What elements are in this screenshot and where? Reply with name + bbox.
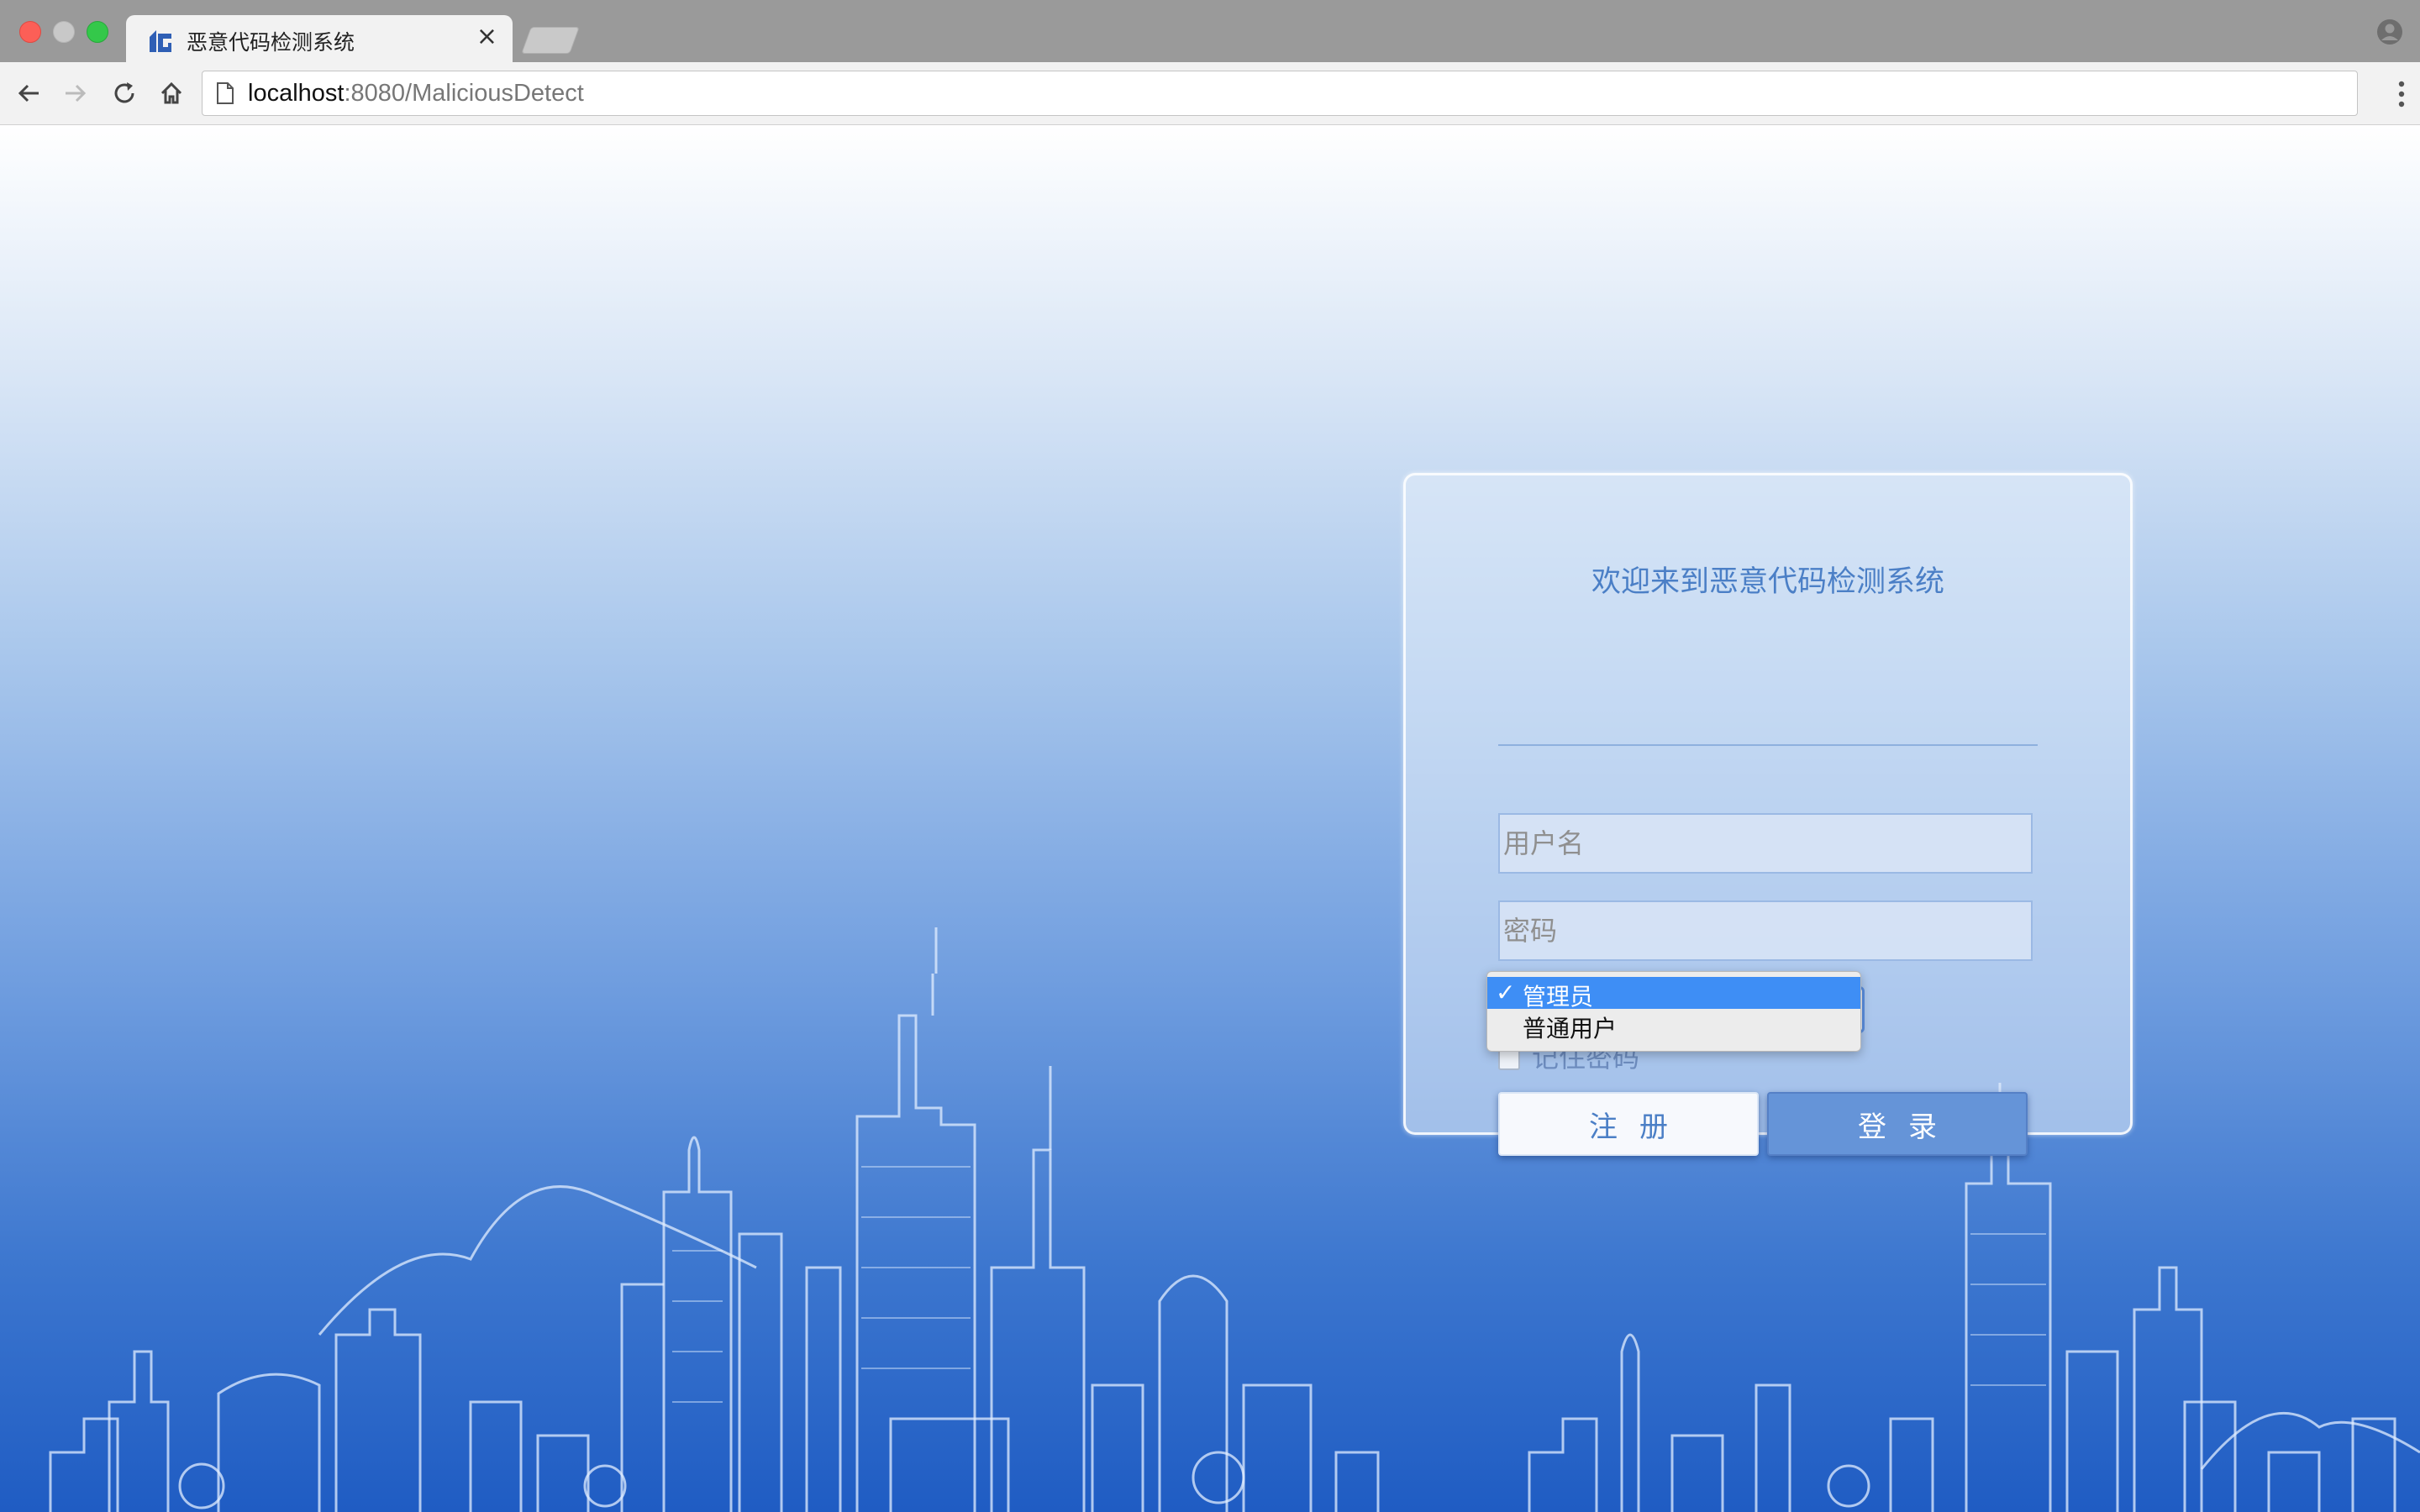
role-dropdown-menu: ✓ 管理员 普通用户: [1486, 971, 1861, 1052]
kebab-menu-icon[interactable]: [2396, 77, 2407, 111]
reload-button[interactable]: [108, 76, 141, 110]
home-button[interactable]: [155, 76, 188, 110]
password-field: [1498, 900, 2033, 961]
url-text: localhost:8080/MaliciousDetect: [248, 80, 584, 108]
browser-tab[interactable]: 恶意代码检测系统 ×: [126, 15, 513, 63]
minimize-window-button[interactable]: [53, 21, 75, 43]
reload-icon: [114, 82, 134, 103]
page-icon: [217, 82, 234, 104]
arrow-left-icon: [18, 84, 39, 102]
browser-tab-bar: 恶意代码检测系统 ×: [0, 0, 2420, 63]
home-icon: [160, 81, 182, 104]
role-option-label: 普通用户: [1523, 1015, 1618, 1042]
title-divider: [1498, 744, 2038, 746]
role-option-label: 管理员: [1523, 983, 1594, 1011]
password-input[interactable]: [1500, 902, 2031, 959]
tab-close-icon[interactable]: ×: [476, 22, 497, 51]
register-button[interactable]: 注册: [1498, 1092, 1759, 1156]
url-path: :8080/MaliciousDetect: [344, 80, 584, 107]
role-option-admin[interactable]: ✓ 管理员: [1487, 977, 1860, 1011]
browser-toolbar: localhost:8080/MaliciousDetect: [0, 62, 2420, 125]
new-tab-button[interactable]: [521, 27, 580, 54]
profile-icon[interactable]: [2376, 18, 2403, 45]
address-bar[interactable]: localhost:8080/MaliciousDetect: [202, 71, 2358, 116]
close-window-button[interactable]: [19, 21, 41, 43]
forward-button[interactable]: [59, 76, 92, 110]
username-input[interactable]: [1500, 815, 2031, 872]
login-title: 欢迎来到恶意代码检测系统: [1591, 565, 1944, 599]
maximize-window-button[interactable]: [87, 21, 108, 43]
checkmark-icon: ✓: [1496, 979, 1516, 1006]
tab-title: 恶意代码检测系统: [187, 30, 355, 55]
arrow-right-icon: [66, 84, 87, 102]
page-background: 欢迎来到恶意代码检测系统 记住密码 ✓ 管理员 普通用户: [0, 125, 2420, 1512]
back-button[interactable]: [12, 76, 45, 110]
site-logo-icon: [150, 30, 171, 52]
role-option-user[interactable]: 普通用户: [1487, 1009, 1860, 1042]
login-panel: 欢迎来到恶意代码检测系统 记住密码 ✓ 管理员 普通用户: [1403, 473, 2133, 1156]
login-button[interactable]: 登录: [1767, 1092, 2028, 1156]
username-field: [1498, 813, 2033, 874]
url-host: localhost: [248, 80, 345, 107]
